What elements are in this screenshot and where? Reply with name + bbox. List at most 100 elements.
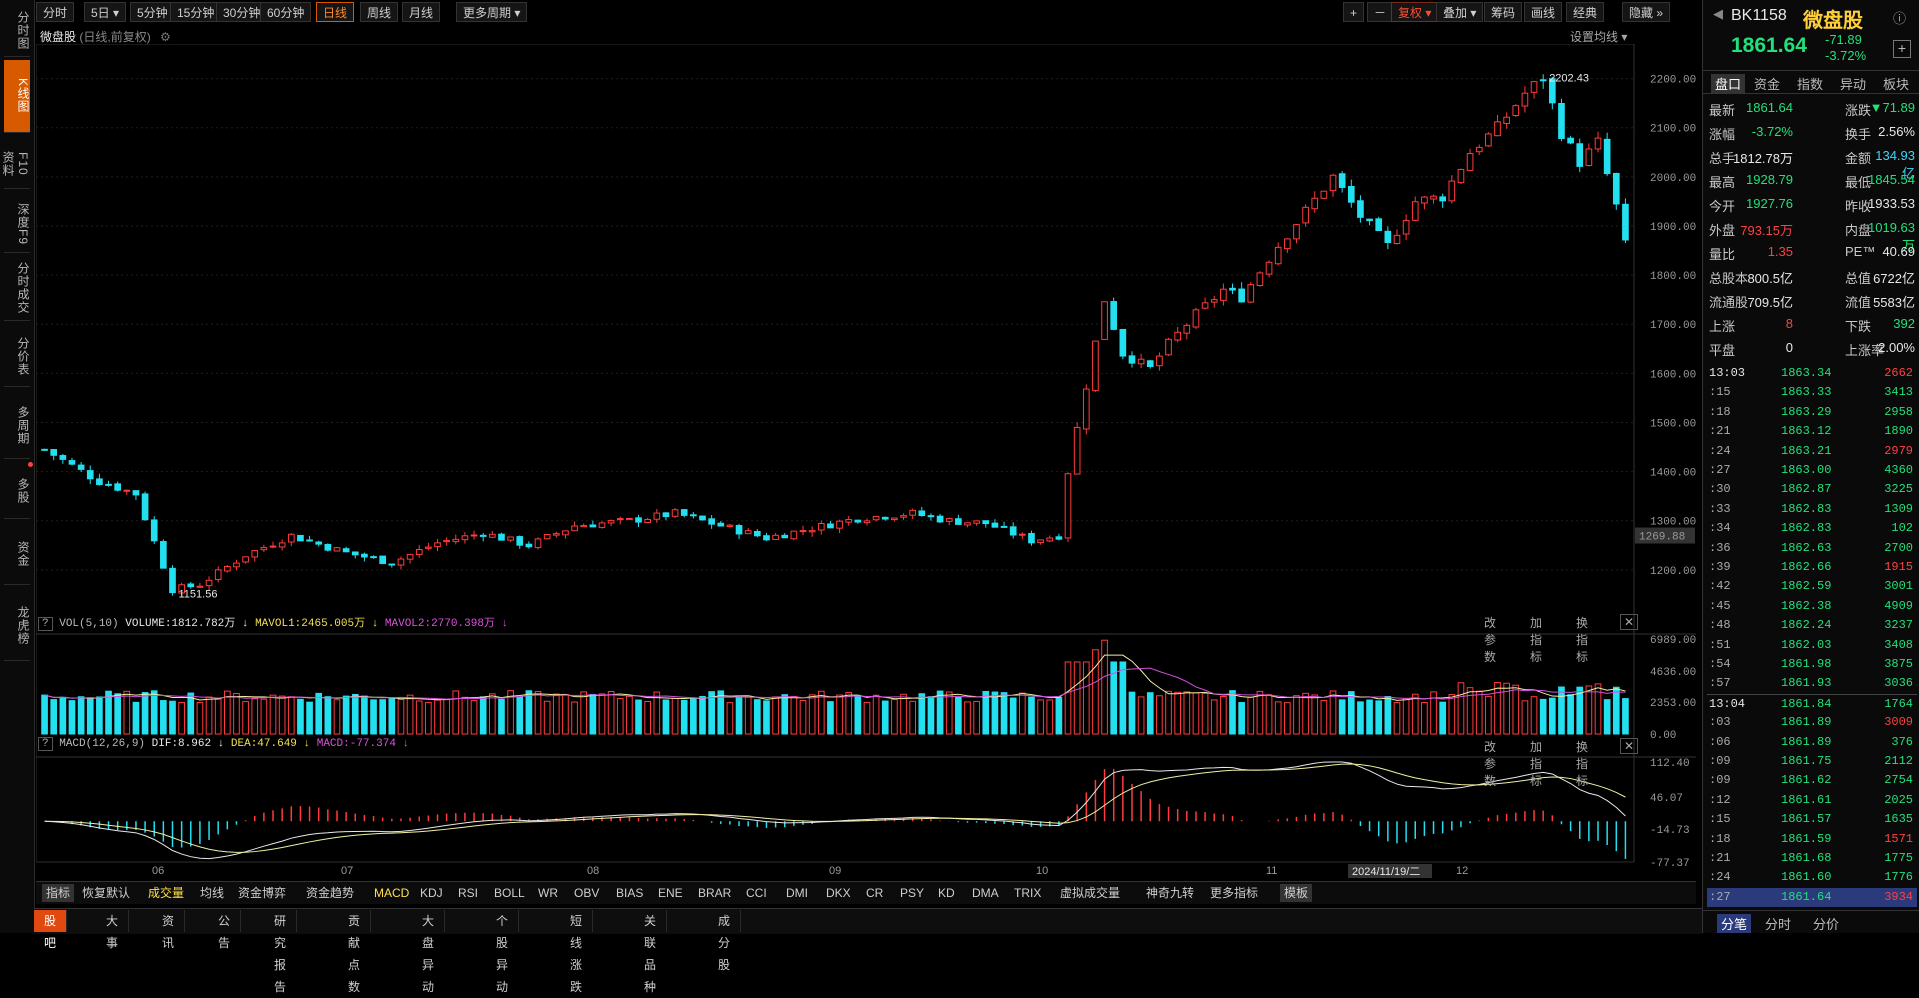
bottom-tab-1[interactable]: 大事 [96, 910, 130, 950]
bottom-tab-7[interactable]: 个股异动 [486, 910, 520, 994]
volume-bar [251, 698, 259, 735]
bottom-tab-4[interactable]: 研究报告 [264, 910, 298, 994]
left-tab-6[interactable]: 多周期 [4, 392, 30, 459]
left-tab-7[interactable]: 多股 [4, 464, 30, 519]
indicator-tab-11[interactable]: OBV [574, 884, 599, 902]
macd-change-params[interactable]: 改参数 [1484, 738, 1496, 789]
bottom-tab-6[interactable]: 大盘异动 [412, 910, 446, 994]
indicator-tab-20[interactable]: KD [938, 884, 955, 902]
period-button-5[interactable]: 60分钟 [260, 2, 312, 22]
indicator-tab-6[interactable]: MACD [374, 884, 409, 902]
left-tab-8[interactable]: 资金 [4, 524, 30, 585]
indicator-tab-24[interactable]: 神奇九转 [1146, 884, 1194, 902]
left-tab-4[interactable]: 分时成交 [4, 256, 30, 321]
tool-button-4[interactable]: 筹码 [1484, 2, 1523, 22]
indicator-tab-15[interactable]: CCI [746, 884, 767, 902]
vol-change-params[interactable]: 改参数 [1484, 614, 1496, 665]
tool-button-0[interactable]: + [1343, 2, 1365, 22]
left-tab-9[interactable]: 龙虎榜 [4, 590, 30, 661]
macd-add-indicator[interactable]: 加指标 [1530, 738, 1542, 789]
period-button-3[interactable]: 15分钟 [170, 2, 222, 22]
indicator-tab-26[interactable]: 模板 [1280, 884, 1313, 902]
bottom-tab-5[interactable]: 贡献点数 [338, 910, 372, 994]
indicator-tab-3[interactable]: 均线 [200, 884, 224, 902]
left-tab-1[interactable]: K线图 [4, 60, 30, 133]
vol-add-indicator[interactable]: 加指标 [1530, 614, 1542, 665]
tick-volume: 2979 [1884, 443, 1913, 458]
period-button-0[interactable]: 分时 [36, 2, 75, 22]
indicator-tab-23[interactable]: 虚拟成交量 [1060, 884, 1120, 902]
bottom-tab-3[interactable]: 公告 [208, 910, 242, 950]
period-button-6[interactable]: 日线 [316, 2, 355, 22]
candle-body [342, 548, 350, 553]
tool-button-1[interactable]: － [1367, 2, 1394, 22]
add-watchlist-icon[interactable]: + [1893, 40, 1911, 58]
left-tab-3[interactable]: 深度F9 [4, 196, 30, 253]
bottom-tab-8[interactable]: 短线涨跌 [560, 910, 594, 994]
info-icon[interactable]: ⓘ [1893, 8, 1906, 27]
quote-tab-3[interactable]: 异动 [1840, 74, 1866, 93]
indicator-tab-9[interactable]: BOLL [494, 884, 525, 902]
volume-bar [443, 698, 450, 735]
indicator-tab-0[interactable]: 指标 [42, 884, 75, 902]
indicator-tab-1[interactable]: 恢复默认 [82, 884, 130, 902]
indicator-tab-25[interactable]: 更多指标 [1210, 884, 1258, 902]
period-button-1[interactable]: 5日 ▾ [84, 2, 127, 22]
candle-body [59, 455, 67, 460]
period-button-2[interactable]: 5分钟 [130, 2, 175, 22]
macd-swap-indicator[interactable]: 换指标 [1576, 738, 1588, 789]
tick-tab-2[interactable]: 分价 [1813, 914, 1839, 933]
left-tab-0[interactable]: 分时图 [4, 4, 30, 57]
vol-help-button[interactable]: ? [38, 617, 53, 631]
settings-icon[interactable]: ⚙ [160, 30, 171, 44]
indicator-tab-2[interactable]: 成交量 [148, 884, 184, 902]
indicator-tab-21[interactable]: DMA [972, 884, 999, 902]
period-button-9[interactable]: 更多周期 ▾ [456, 2, 528, 22]
tool-button-7[interactable]: 隐藏 » [1622, 2, 1671, 22]
indicator-tab-19[interactable]: PSY [900, 884, 924, 902]
quote-tab-4[interactable]: 板块 [1883, 74, 1909, 93]
indicator-tab-18[interactable]: CR [866, 884, 883, 902]
indicator-tab-22[interactable]: TRIX [1014, 884, 1041, 902]
indicator-tab-10[interactable]: WR [538, 884, 558, 902]
quote-tab-0[interactable]: 盘口 [1711, 74, 1746, 93]
indicator-tab-7[interactable]: KDJ [420, 884, 443, 902]
indicator-tab-17[interactable]: DKX [826, 884, 851, 902]
macd-close-icon[interactable]: ✕ [1620, 738, 1639, 754]
period-button-8[interactable]: 月线 [402, 2, 441, 22]
left-tab-2[interactable]: F10资料 [1, 140, 30, 189]
indicator-tab-16[interactable]: DMI [786, 884, 808, 902]
tool-button-5[interactable]: 画线 [1524, 2, 1563, 22]
period-button-7[interactable]: 周线 [360, 2, 399, 22]
set-ma-button[interactable]: 设置均线 ▾ [1570, 28, 1627, 45]
bottom-tab-10[interactable]: 成分股 [708, 910, 742, 972]
indicator-tab-13[interactable]: ENE [658, 884, 683, 902]
quote-tab-1[interactable]: 资金 [1754, 74, 1780, 93]
indicator-tab-14[interactable]: BRAR [698, 884, 731, 902]
vol-close-icon[interactable]: ✕ [1620, 614, 1639, 630]
quote-tab-2[interactable]: 指数 [1797, 74, 1823, 93]
volume-bar [1603, 699, 1611, 735]
tool-button-6[interactable]: 经典 [1566, 2, 1605, 22]
macd-help-button[interactable]: ? [38, 737, 53, 751]
kline-chart[interactable]: 1200.00 1300.00 1400.00 1500.00 1600.00 1700.… [36, 44, 1696, 884]
volume-bar [616, 697, 624, 735]
bottom-tab-9[interactable]: 关联品种 [634, 910, 668, 994]
tool-button-2[interactable]: 复权 ▾ [1391, 2, 1439, 22]
prev-stock-arrow[interactable]: ◀ [1713, 6, 1723, 22]
indicator-tab-12[interactable]: BIAS [616, 884, 643, 902]
candle-body [1430, 195, 1437, 200]
indicator-tab-4[interactable]: 资金博弈 [238, 884, 286, 902]
bottom-tab-2[interactable]: 资讯 [152, 910, 186, 950]
left-tab-5[interactable]: 分价表 [4, 326, 30, 387]
volume-bar [863, 701, 871, 735]
bottom-tab-0[interactable]: 股吧 [34, 910, 68, 950]
vol-swap-indicator[interactable]: 换指标 [1576, 614, 1588, 665]
indicator-tab-5[interactable]: 资金趋势 [306, 884, 354, 902]
volume-bar [525, 690, 533, 735]
indicator-tab-8[interactable]: RSI [458, 884, 478, 902]
volume-bar [552, 693, 560, 735]
tick-tab-0[interactable]: 分笔 [1717, 914, 1752, 933]
tick-tab-1[interactable]: 分时 [1765, 914, 1791, 933]
tool-button-3[interactable]: 叠加 ▾ [1436, 2, 1484, 22]
